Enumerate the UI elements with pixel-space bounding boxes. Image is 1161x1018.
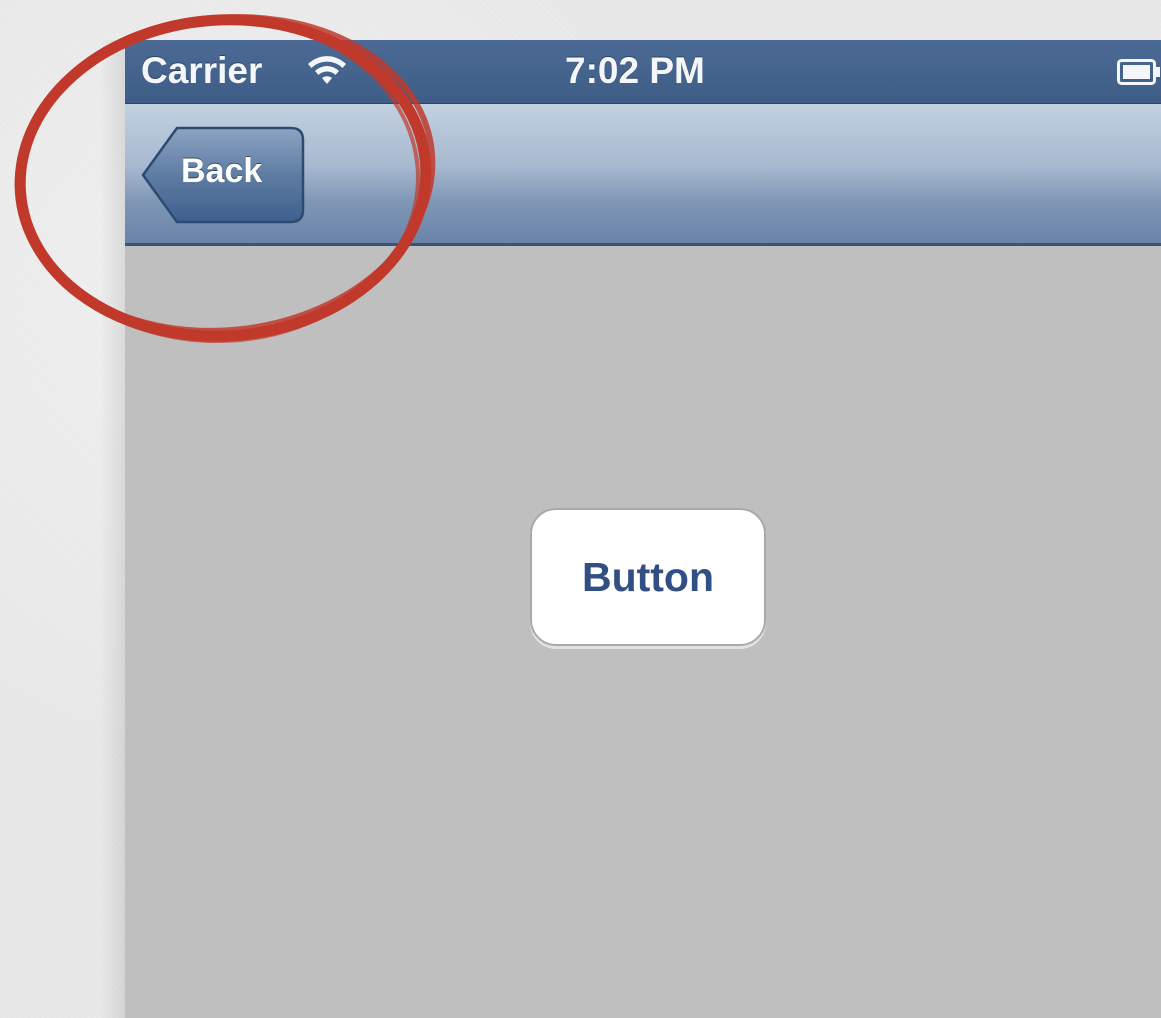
back-button-label: Back (181, 152, 263, 190)
carrier-label: Carrier (141, 50, 263, 91)
wifi-icon (307, 54, 347, 88)
rounded-rect-button[interactable]: Button (530, 508, 766, 646)
navigation-bar: Back (125, 104, 1161, 246)
battery-icon (1117, 59, 1161, 85)
clock-time: 7:02 PM (565, 50, 705, 91)
content-area: Button (125, 246, 1161, 1018)
phone-screen: Carrier 7:02 PM Back Button (125, 40, 1161, 1018)
back-button[interactable]: Back (141, 126, 306, 224)
status-bar: Carrier 7:02 PM (125, 40, 1161, 104)
rounded-rect-button-label: Button (581, 553, 715, 600)
